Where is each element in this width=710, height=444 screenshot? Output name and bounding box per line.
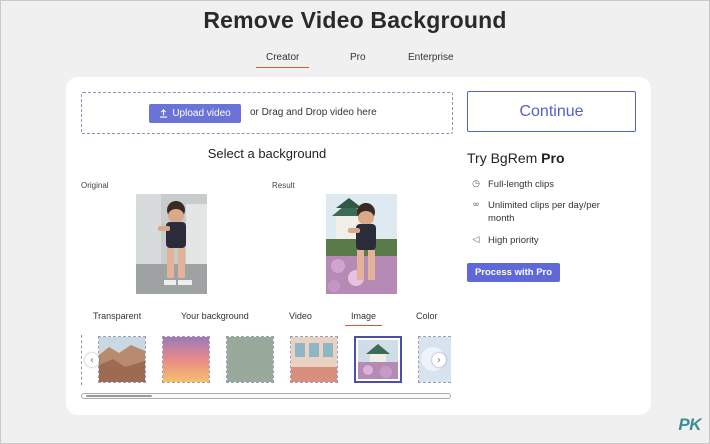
infinity-icon: ∞	[472, 200, 480, 210]
megaphone-icon: ◁	[472, 235, 480, 245]
bg-thumb-canyon[interactable]	[98, 336, 146, 383]
bg-tab-your-background[interactable]: Your background	[181, 311, 249, 321]
upload-video-button[interactable]: Upload video	[149, 104, 241, 123]
feature-item: ◁ High priority	[471, 234, 539, 247]
drag-drop-hint: or Drag and Drop video here	[250, 107, 377, 118]
bg-thumb-sage[interactable]	[226, 336, 274, 383]
process-with-pro-button[interactable]: Process with Pro	[467, 263, 560, 282]
result-video-preview	[326, 194, 397, 294]
select-background-heading: Select a background	[207, 146, 327, 161]
chevron-right-icon: ›	[437, 354, 441, 366]
tab-pro[interactable]: Pro	[350, 52, 366, 63]
watermark-logo: PK	[678, 415, 701, 435]
tab-creator[interactable]: Creator	[255, 52, 310, 68]
feature-item: ∞ Unlimited clips per day/per month	[471, 199, 611, 225]
bg-thumb-sunset[interactable]	[162, 336, 210, 383]
try-pro-word: Pro	[541, 150, 565, 166]
tab-enterprise[interactable]: Enterprise	[408, 52, 454, 63]
scrollbar-thumb[interactable]	[86, 395, 152, 397]
bg-tab-transparent[interactable]: Transparent	[93, 311, 141, 321]
carousel-next-button[interactable]: ›	[432, 353, 446, 367]
bg-thumb-castle[interactable]	[354, 336, 402, 383]
feature-text: High priority	[488, 235, 539, 246]
thumbnail-scrollbar[interactable]	[81, 393, 451, 399]
bg-tab-image[interactable]: Image	[344, 311, 383, 326]
original-video-preview	[136, 194, 207, 294]
original-label: Original	[81, 181, 109, 190]
try-pro-heading: Try BgRem Pro	[467, 150, 565, 166]
upload-dropzone[interactable]: Upload video or Drag and Drop video here	[81, 92, 453, 134]
background-thumbnail-strip: ‹ ›	[81, 335, 451, 385]
chevron-left-icon: ‹	[90, 354, 94, 366]
upload-button-label: Upload video	[172, 108, 231, 119]
plan-tabs: Creator Pro Enterprise	[1, 52, 709, 68]
feature-text: Full-length clips	[488, 179, 554, 190]
feature-item: ◷ Full-length clips	[471, 178, 554, 191]
bg-tab-color[interactable]: Color	[416, 311, 438, 321]
continue-button[interactable]: Continue	[467, 91, 636, 132]
carousel-prev-button[interactable]: ‹	[85, 353, 99, 367]
editor-card: Upload video or Drag and Drop video here…	[66, 77, 651, 415]
watermark-text: PK	[678, 415, 701, 434]
try-prefix: Try BgRem	[467, 150, 538, 166]
page-title: Remove Video Background	[203, 7, 507, 33]
feature-text: Unlimited clips per day/per month	[488, 200, 600, 224]
bg-tab-video[interactable]: Video	[289, 311, 312, 321]
result-label: Result	[272, 181, 295, 190]
clock-icon: ◷	[472, 179, 480, 189]
upload-arrow-icon	[160, 109, 168, 118]
bg-thumb-building[interactable]	[290, 336, 338, 383]
